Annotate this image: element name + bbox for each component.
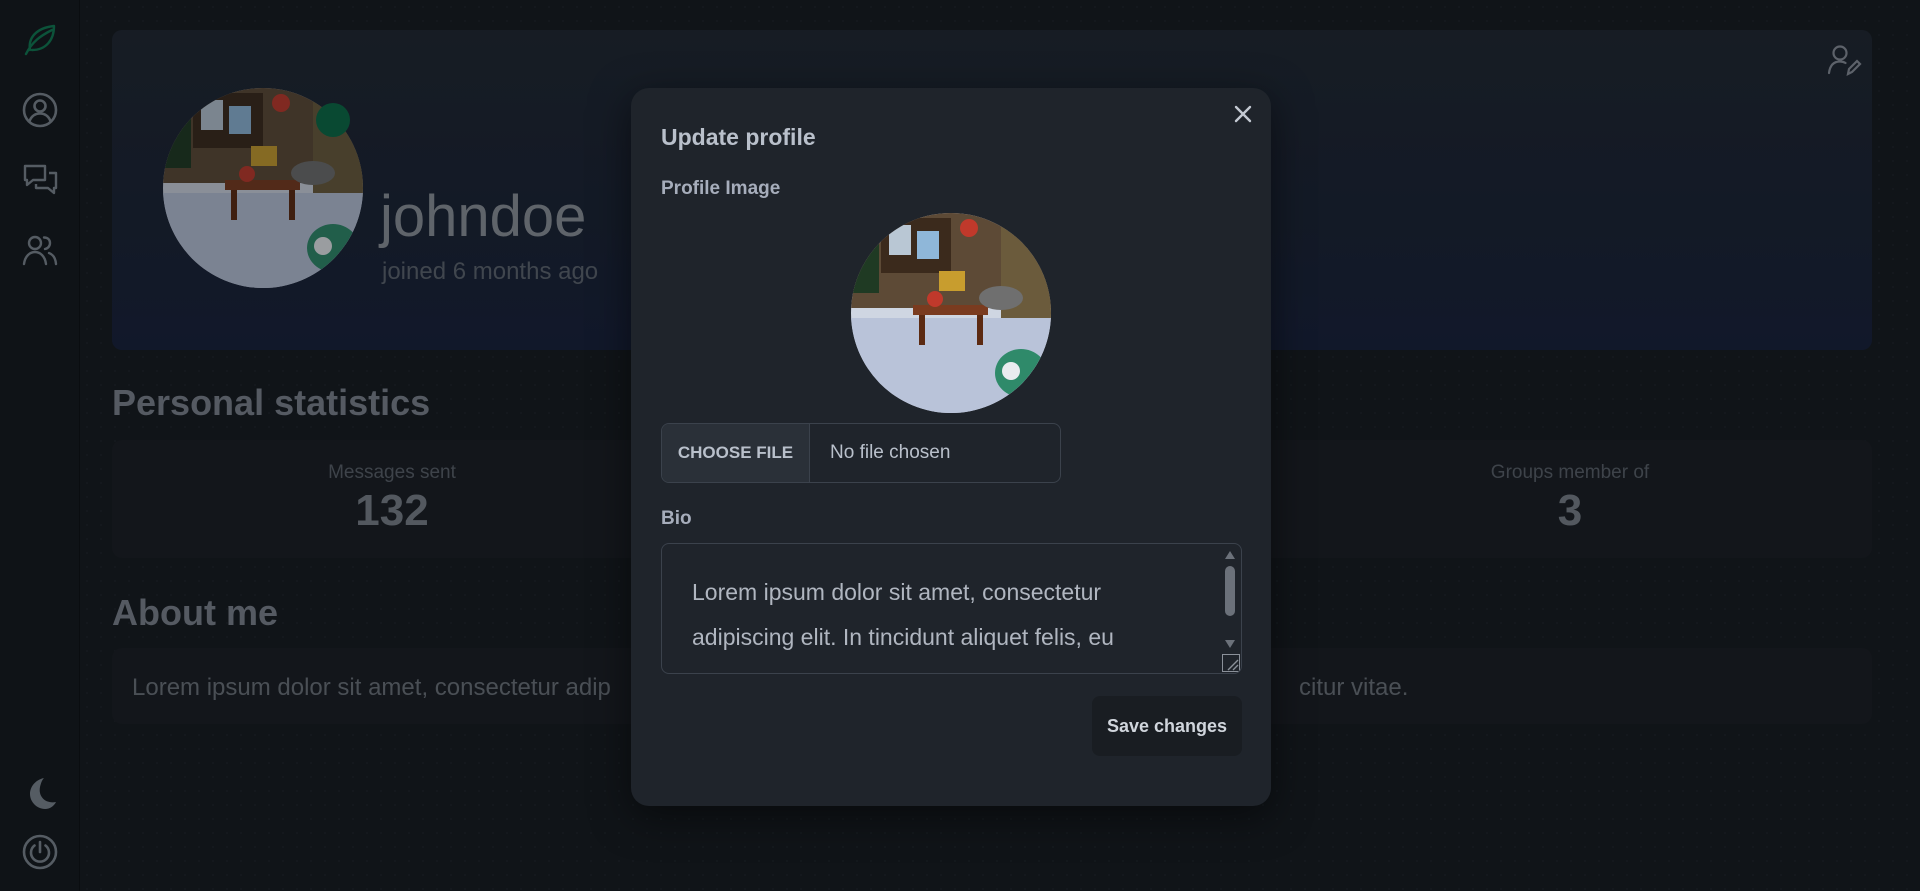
scroll-down-icon[interactable] bbox=[1225, 640, 1235, 648]
resize-handle-icon[interactable] bbox=[1222, 654, 1240, 672]
bio-text: Lorem ipsum dolor sit amet, consectetur … bbox=[692, 579, 1114, 673]
save-changes-button[interactable]: Save changes bbox=[1092, 696, 1242, 756]
bio-label: Bio bbox=[661, 508, 692, 529]
bio-scroll-thumb[interactable] bbox=[1225, 566, 1235, 616]
choose-file-button[interactable]: CHOOSE FILE bbox=[662, 424, 810, 482]
scroll-up-icon[interactable] bbox=[1225, 551, 1235, 559]
modal-title: Update profile bbox=[661, 124, 816, 150]
profile-image-file-input[interactable]: CHOOSE FILE No file chosen bbox=[661, 423, 1061, 483]
update-profile-modal: Update profile Profile Image CHOOSE FILE… bbox=[631, 88, 1271, 806]
bio-textarea[interactable]: Lorem ipsum dolor sit amet, consectetur … bbox=[661, 543, 1242, 674]
close-icon[interactable] bbox=[1227, 98, 1259, 130]
bio-scrollbar[interactable] bbox=[1221, 544, 1241, 673]
profile-image-preview bbox=[851, 213, 1051, 413]
profile-image-label: Profile Image bbox=[661, 178, 781, 199]
file-status-text: No file chosen bbox=[830, 442, 951, 463]
